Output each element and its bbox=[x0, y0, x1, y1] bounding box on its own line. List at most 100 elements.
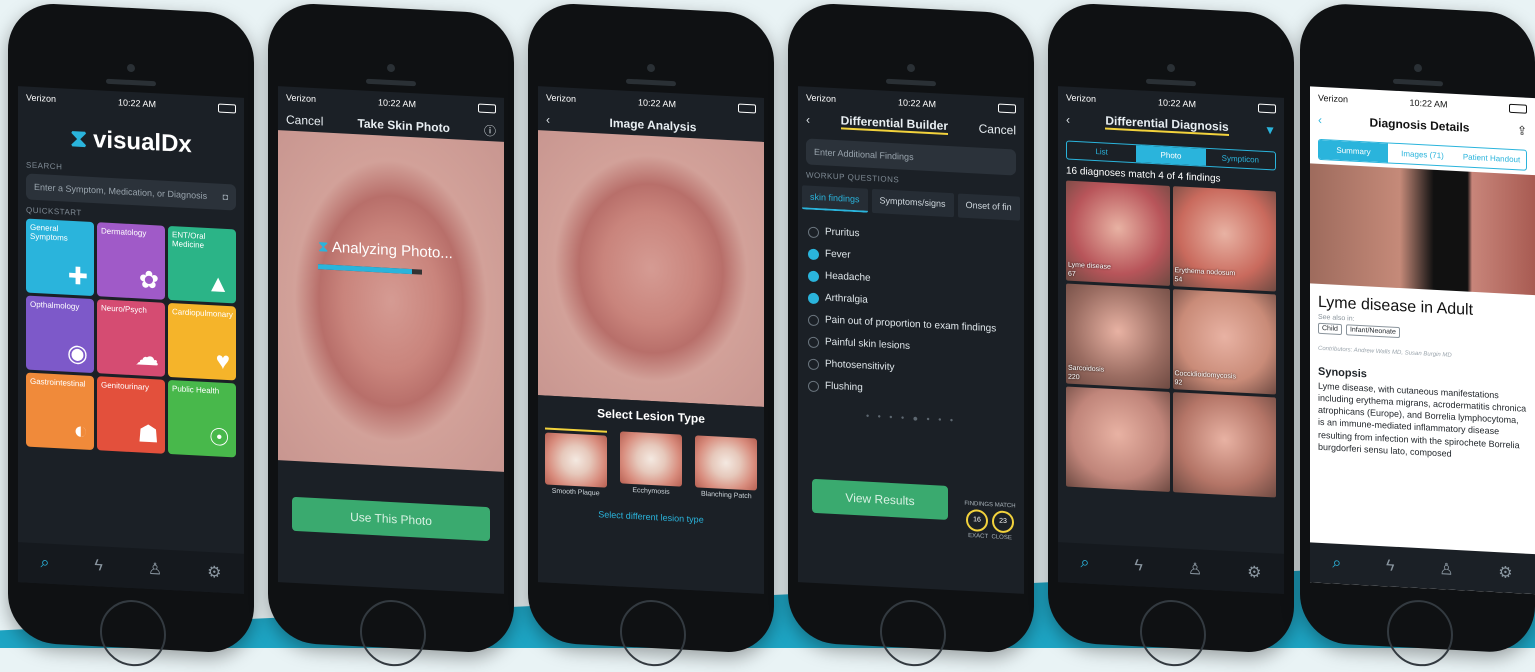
search-icon[interactable]: ⌕ bbox=[40, 554, 49, 572]
filter-icon[interactable]: ▼ bbox=[1264, 123, 1276, 138]
quickstart-tile[interactable]: ENT/Oral Medicine ▲ bbox=[168, 225, 236, 304]
finding-item[interactable]: Pain out of proportion to exam findings bbox=[808, 314, 1014, 337]
quickstart-tile[interactable]: Genitourinary ☗ bbox=[97, 376, 165, 454]
person-icon[interactable]: ♙ bbox=[1439, 559, 1453, 580]
details-segment[interactable]: Patient Handout bbox=[1457, 147, 1526, 170]
quickstart-tile[interactable]: Dermatology ✿ bbox=[97, 222, 165, 300]
findings-search-input[interactable]: Enter Additional Findings bbox=[806, 138, 1016, 176]
finding-item[interactable]: Painful skin lesions bbox=[808, 336, 1014, 359]
home-button[interactable] bbox=[620, 598, 686, 668]
lesion-thumbnail bbox=[695, 435, 758, 491]
finding-item[interactable]: Flushing bbox=[808, 380, 1014, 403]
segment-list[interactable]: List bbox=[1067, 142, 1136, 163]
diagnosis-tile[interactable]: Coccidioidomycosis 92 bbox=[1172, 289, 1276, 395]
question-tab[interactable]: Symptoms/signs bbox=[871, 188, 954, 218]
tile-icon: ◐ bbox=[73, 416, 89, 445]
back-icon[interactable]: ‹ bbox=[1066, 112, 1070, 126]
lesion-option[interactable]: Ecchymosis bbox=[619, 431, 682, 501]
quickstart-tile[interactable]: Public Health ☉ bbox=[168, 379, 236, 458]
checked-icon[interactable] bbox=[808, 248, 819, 261]
home-button[interactable] bbox=[100, 598, 166, 668]
home-button[interactable] bbox=[880, 598, 946, 668]
bolt-icon[interactable]: ϟ bbox=[1134, 557, 1142, 575]
quickstart-tile[interactable]: Gastrointestinal ◐ bbox=[26, 372, 94, 451]
lesion-option[interactable]: Blanching Patch bbox=[695, 435, 758, 505]
finding-item[interactable]: Fever bbox=[808, 248, 1014, 271]
person-icon[interactable]: ♙ bbox=[1188, 559, 1202, 580]
checked-icon[interactable] bbox=[808, 270, 819, 283]
diagnosis-tile[interactable] bbox=[1172, 392, 1276, 498]
segment-photo[interactable]: Photo bbox=[1136, 145, 1206, 166]
diagnosis-tile[interactable]: Sarcoidosis 220 bbox=[1066, 283, 1170, 389]
skin-photo bbox=[538, 130, 764, 407]
quickstart-tile[interactable]: Neuro/Psych ☁ bbox=[97, 299, 165, 377]
gear-icon[interactable]: ⚙ bbox=[1498, 562, 1512, 583]
unchecked-icon[interactable] bbox=[808, 358, 819, 371]
lesion-option[interactable]: Smooth Plaque bbox=[544, 427, 607, 497]
quickstart-tile[interactable]: General Symptoms ✚ bbox=[26, 218, 94, 297]
segment-sympticon[interactable]: Sympticon bbox=[1206, 149, 1275, 170]
details-segment[interactable]: Images (71) bbox=[1388, 143, 1457, 166]
gear-icon[interactable]: ⚙ bbox=[1247, 562, 1261, 583]
select-different-link[interactable]: Select different lesion type bbox=[538, 506, 764, 528]
back-icon[interactable]: ‹ bbox=[806, 112, 810, 126]
search-icon[interactable]: ⌕ bbox=[1332, 555, 1341, 573]
finding-item[interactable]: Pruritus bbox=[808, 226, 1014, 249]
back-icon[interactable]: ‹ bbox=[1318, 113, 1322, 127]
status-bar: Verizon 10:22 AM bbox=[18, 86, 244, 116]
home-button[interactable] bbox=[1386, 598, 1453, 668]
unchecked-icon[interactable] bbox=[808, 226, 819, 239]
help-icon[interactable]: ⓘ bbox=[484, 121, 496, 139]
details-segment[interactable]: Summary bbox=[1319, 139, 1388, 163]
battery-icon bbox=[1258, 103, 1276, 114]
cancel-button[interactable]: Cancel bbox=[286, 112, 323, 128]
search-icon[interactable]: ⌕ bbox=[1080, 554, 1089, 572]
camera bbox=[1413, 63, 1422, 73]
cancel-button[interactable]: Cancel bbox=[979, 122, 1016, 138]
lesion-thumbnail bbox=[544, 432, 607, 488]
see-also-chip[interactable]: Child bbox=[1318, 322, 1342, 336]
unchecked-icon[interactable] bbox=[808, 314, 819, 327]
use-photo-button[interactable]: Use This Photo bbox=[292, 496, 490, 542]
tab-bar: ⌕ ϟ ♙ ⚙ bbox=[18, 542, 244, 594]
share-icon[interactable]: ⇪ bbox=[1517, 123, 1527, 138]
question-tab[interactable]: skin findings bbox=[802, 185, 868, 213]
finding-item[interactable]: Arthralgia bbox=[808, 292, 1014, 315]
view-results-button[interactable]: View Results bbox=[812, 478, 948, 520]
bolt-icon[interactable]: ϟ bbox=[94, 557, 102, 575]
finding-item[interactable]: Headache bbox=[808, 270, 1014, 293]
search-input[interactable]: Enter a Symptom, Medication, or Diagnosi… bbox=[26, 173, 236, 211]
home-button[interactable] bbox=[360, 598, 426, 668]
tile-label: ENT/Oral Medicine bbox=[172, 230, 206, 250]
battery-icon bbox=[738, 103, 756, 114]
quickstart-tile[interactable]: Opthalmology ◉ bbox=[26, 295, 94, 374]
close-label: CLOSE bbox=[991, 534, 1012, 542]
gear-icon[interactable]: ⚙ bbox=[207, 562, 221, 583]
bolt-icon[interactable]: ϟ bbox=[1386, 557, 1394, 575]
diagnosis-tile[interactable]: Erythema nodosum 54 bbox=[1172, 186, 1276, 292]
synopsis-text: Lyme disease, with cutaneous manifestati… bbox=[1318, 380, 1527, 459]
diagnosis-caption: Sarcoidosis 220 bbox=[1068, 365, 1104, 384]
home-button[interactable] bbox=[1140, 598, 1206, 668]
checked-icon[interactable] bbox=[808, 292, 819, 305]
quickstart-tile[interactable]: Cardiopulmonary ♥ bbox=[168, 302, 236, 381]
close-count: 23 bbox=[992, 510, 1014, 534]
lesion-thumbnail bbox=[619, 431, 682, 487]
diagnosis-tile[interactable] bbox=[1066, 386, 1170, 492]
diagnosis-tile[interactable]: Lyme disease 67 bbox=[1066, 180, 1170, 286]
skin-photo bbox=[278, 130, 504, 472]
person-icon[interactable]: ♙ bbox=[148, 559, 162, 580]
see-also-chip[interactable]: Infant/Neonate bbox=[1345, 324, 1400, 339]
finding-item[interactable]: Photosensitivity bbox=[808, 358, 1014, 381]
back-icon[interactable]: ‹ bbox=[546, 112, 550, 126]
tile-icon: ☁ bbox=[135, 343, 159, 372]
unchecked-icon[interactable] bbox=[808, 336, 819, 349]
camera-icon[interactable]: ◘ bbox=[223, 192, 228, 202]
unchecked-icon[interactable] bbox=[808, 380, 819, 393]
question-tab[interactable]: Onset of fin bbox=[957, 193, 1020, 221]
carrier: Verizon bbox=[806, 92, 837, 105]
tab-bar: ⌕ ϟ ♙ ⚙ bbox=[1058, 542, 1284, 594]
finding-label: Headache bbox=[825, 270, 871, 284]
diagnosis-photo[interactable] bbox=[1310, 163, 1535, 296]
carrier: Verizon bbox=[1318, 92, 1349, 105]
